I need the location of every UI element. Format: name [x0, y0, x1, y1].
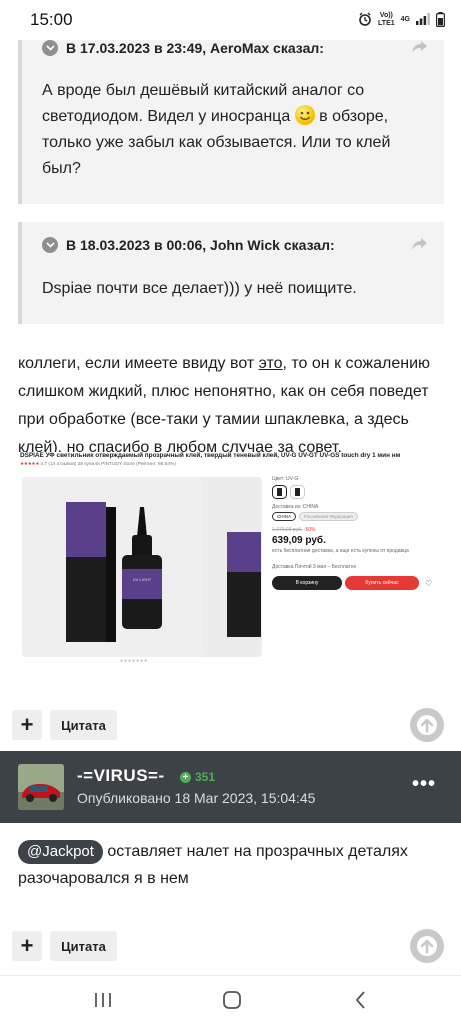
- clock: 15:00: [30, 10, 73, 29]
- avatar[interactable]: [18, 764, 64, 810]
- alarm-icon: [358, 12, 372, 28]
- collapse-icon[interactable]: [42, 237, 58, 253]
- home-button[interactable]: [217, 988, 247, 1012]
- ship-options[interactable]: CHINA Российская Федерация: [272, 512, 448, 521]
- color-swatches[interactable]: [272, 485, 448, 501]
- user-mention[interactable]: @Jackpot: [18, 840, 103, 864]
- multiquote-button[interactable]: +: [12, 710, 42, 740]
- gallery-next-slide[interactable]: [203, 477, 261, 657]
- quote-block-aeromax: В 17.03.2023 в 23:49, AeroMax сказал: А …: [18, 28, 444, 204]
- back-icon: [355, 991, 365, 1009]
- post-date: Опубликовано 18 Mar 2023, 15:04:45: [77, 790, 316, 806]
- more-options-button[interactable]: •••: [412, 774, 436, 794]
- scroll-top-button[interactable]: [410, 708, 444, 742]
- smile-emoji-icon: [294, 105, 315, 125]
- post-body: коллеги, если имеете ввиду вот это, то о…: [18, 355, 431, 456]
- color-label: Цвет: UV-G: [272, 476, 299, 482]
- old-price: 1 279,03 руб. -50%: [272, 527, 316, 533]
- glue-bottle-image: UV LIGHT: [22, 477, 204, 657]
- share-icon[interactable]: [412, 237, 428, 253]
- current-price: 639,09 руб.: [272, 535, 326, 546]
- quote-button[interactable]: Цитата: [50, 710, 117, 740]
- promo-line: есть бесплатная доставка, а еще есть куп…: [272, 548, 409, 554]
- share-icon[interactable]: [412, 40, 428, 56]
- purchase-buttons: В корзину Купить сейчас ♡: [272, 576, 448, 590]
- network-label: Vo)) LTE1: [378, 12, 395, 27]
- status-bar: 15:00 Vo)) LTE1 4G: [0, 0, 461, 40]
- back-button[interactable]: [346, 988, 376, 1012]
- product-info-panel: Цвет: UV-G Доставка из: CHINA CHINA Росси…: [272, 476, 448, 590]
- buy-now-button[interactable]: Купить сейчас: [345, 576, 419, 590]
- add-to-cart-button[interactable]: В корзину: [272, 576, 342, 590]
- quote-block-john-wick: В 18.03.2023 в 00:06, John Wick сказал: …: [18, 222, 444, 324]
- status-icons: Vo)) LTE1 4G: [358, 11, 446, 29]
- post-author-bar: -=VIRUS=- +351 Опубликовано 18 Mar 2023,…: [0, 751, 461, 823]
- signal-type: 4G: [400, 16, 410, 23]
- plus-icon: +: [180, 771, 191, 783]
- post-actions: + Цитата: [0, 925, 461, 969]
- product-title: DSPIAE УФ светильник отверждаемый прозра…: [20, 452, 401, 459]
- quote-text: А вроде был дешёвый китайский аналог со …: [42, 82, 391, 177]
- quote-text: Dspiae почти все делает))) у неё поищите…: [42, 280, 357, 297]
- home-icon: [223, 991, 241, 1009]
- product-link[interactable]: это: [259, 355, 283, 372]
- multiquote-button[interactable]: +: [12, 931, 42, 961]
- arrow-up-icon: [417, 715, 437, 735]
- arrow-up-icon: [417, 936, 437, 956]
- system-nav-bar: [0, 975, 461, 1024]
- ship-from-label: Доставка из: CHINA: [272, 504, 319, 510]
- recents-icon: [95, 993, 111, 1007]
- post-body: @Jackpot оставляет налет на прозрачных д…: [18, 838, 438, 892]
- gallery-dots: ●●●●●●●: [120, 658, 149, 664]
- recent-apps-button[interactable]: [88, 988, 118, 1012]
- reputation-badge: +351: [180, 770, 215, 784]
- quote-button[interactable]: Цитата: [50, 931, 117, 961]
- post-actions: + Цитата: [0, 704, 461, 748]
- product-rating-line: ★★★★★ 4.7 (14 отзывов) 28 купили PINTUDY…: [20, 462, 176, 467]
- battery-icon: [436, 11, 446, 29]
- scroll-top-button[interactable]: [410, 929, 444, 963]
- delivery-line: Доставка Почтой 3 мая – Бесплатно: [272, 564, 357, 570]
- collapse-icon[interactable]: [42, 40, 58, 56]
- heart-icon[interactable]: ♡: [425, 579, 432, 588]
- bottle-label: UV LIGHT: [133, 577, 152, 582]
- quote-header: В 18.03.2023 в 00:06, John Wick сказал:: [22, 222, 444, 268]
- quote-author-line: В 18.03.2023 в 00:06, John Wick сказал:: [66, 237, 335, 253]
- signal-icon: [416, 13, 430, 27]
- author-name[interactable]: -=VIRUS=-: [77, 766, 165, 786]
- rating-stars-icon: ★★★★★: [20, 462, 40, 467]
- product-screenshot[interactable]: DSPIAE УФ светильник отверждаемый прозра…: [20, 452, 448, 667]
- quote-author-line: В 17.03.2023 в 23:49, AeroMax сказал:: [66, 40, 324, 56]
